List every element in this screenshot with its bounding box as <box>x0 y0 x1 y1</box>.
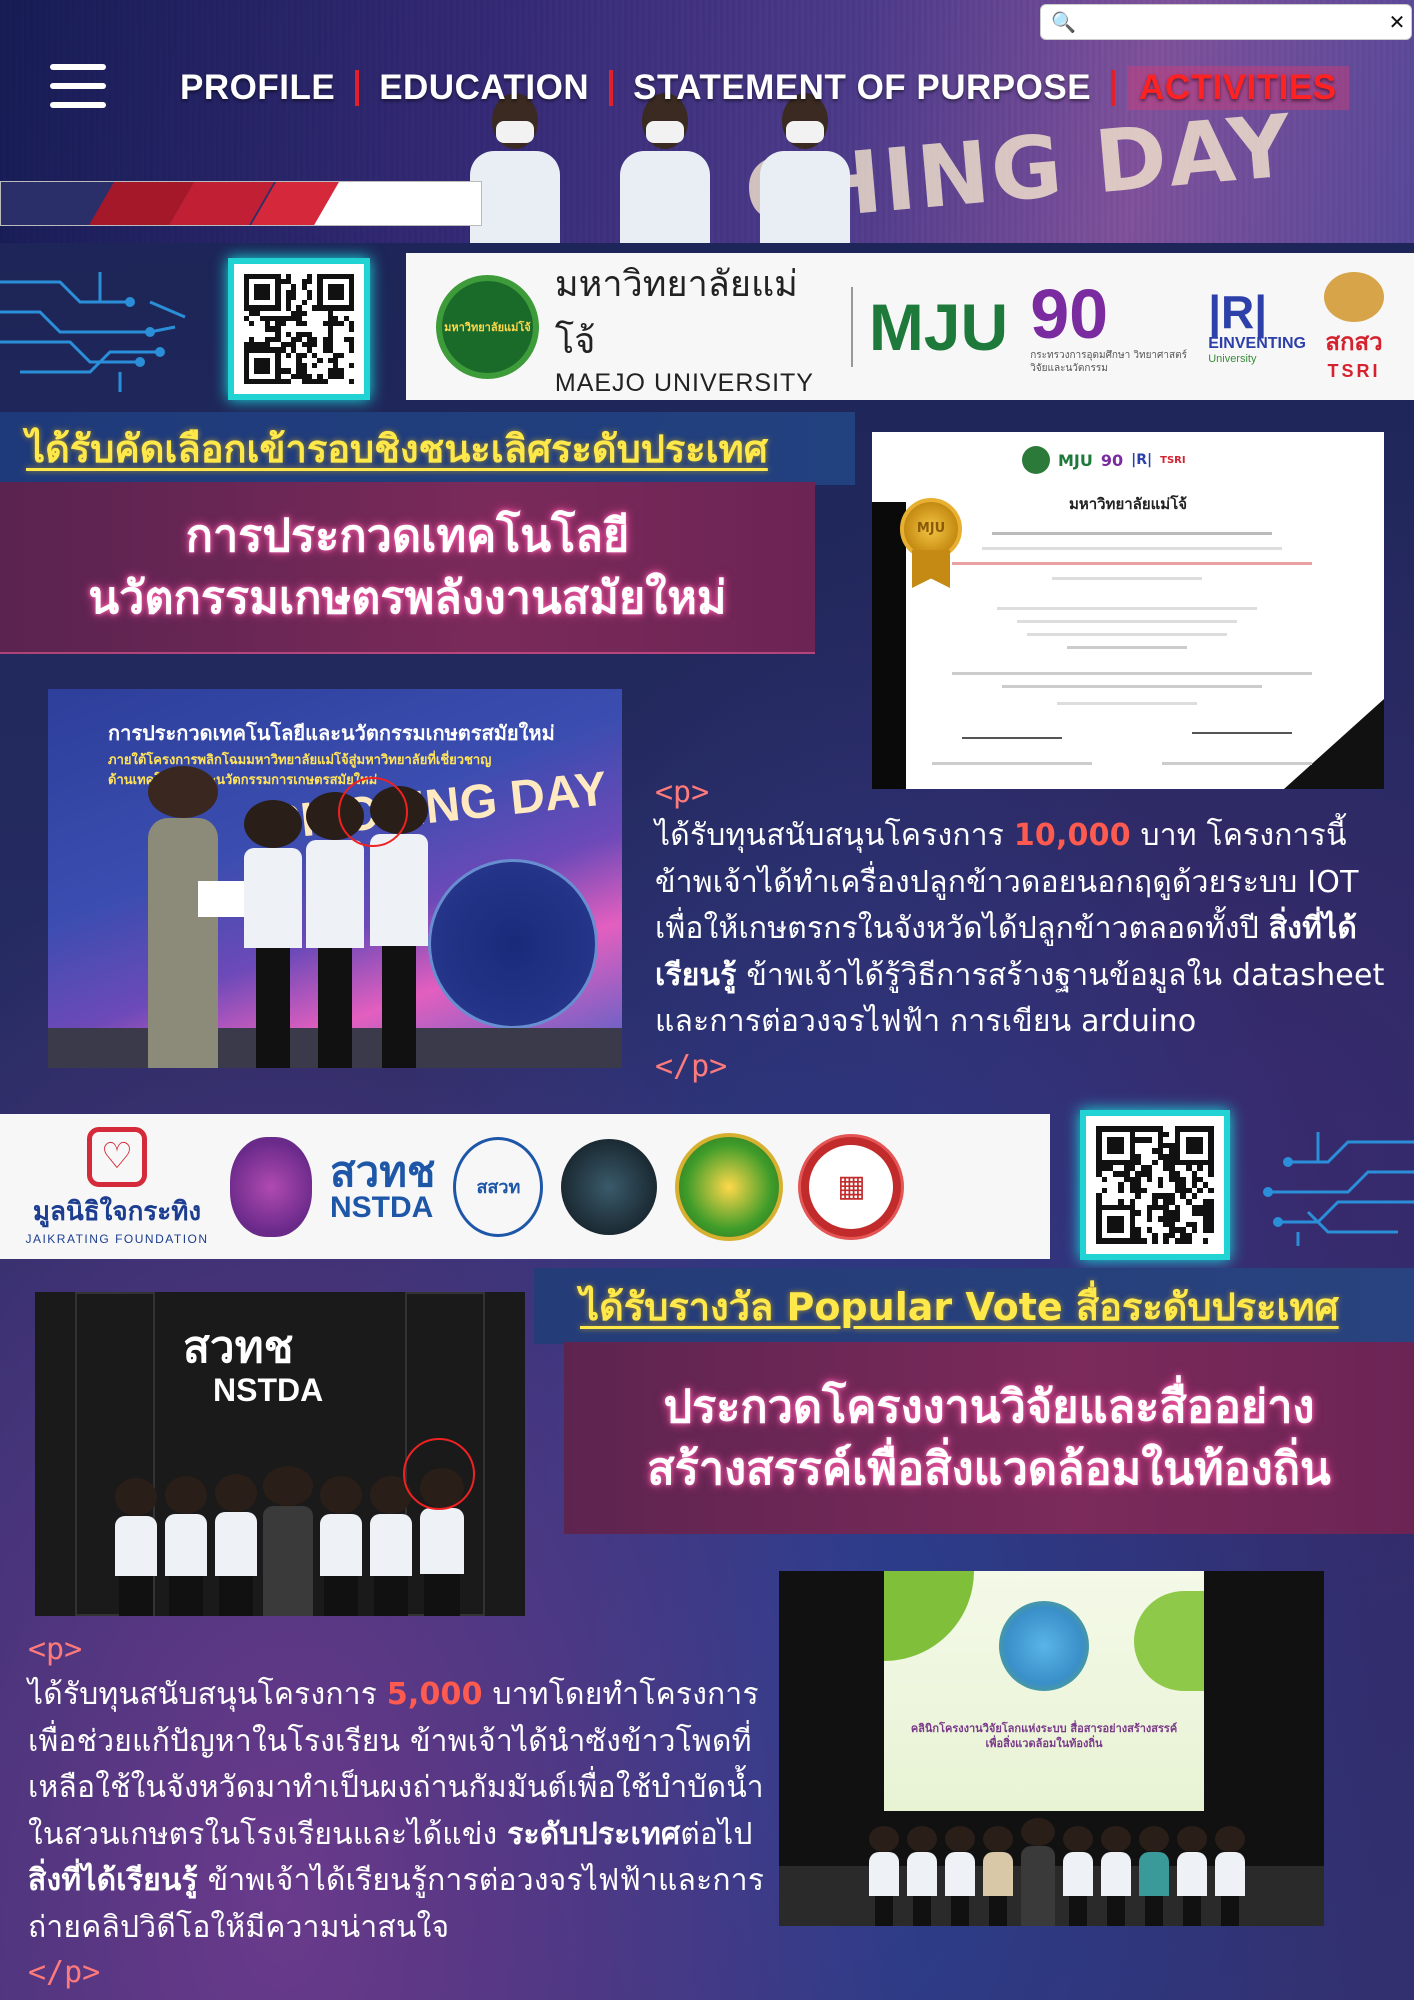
certificate-logos: MJU 90 |R| TSRI <box>1022 442 1322 478</box>
qr-code-pattern <box>244 274 354 384</box>
circuit-decoration <box>0 272 186 392</box>
person <box>148 766 218 1068</box>
statue-logo-icon <box>561 1138 658 1235</box>
srinakharinwirot-seal-icon: ▦ <box>801 1136 902 1237</box>
nav-divider <box>355 70 360 106</box>
mju-logo: MJU <box>868 289 1009 364</box>
jaikrating-foundation-logo: ♡ มูลนิธิใจกระทิง JAIKRATING FOUNDATION <box>22 1127 212 1246</box>
section1-award-tag: ได้รับคัดเลือกเข้ารอบชิงชนะเลิศระดับประเ… <box>0 412 855 485</box>
p-open-tag: <p> <box>655 775 710 810</box>
environment-contest-stage-photo: คลินิกโครงงานวิจัยโลกแห่งระบบ สื่อสารอย่… <box>779 1571 1324 1926</box>
highlight-circle <box>338 777 408 847</box>
qr-code[interactable] <box>228 258 370 400</box>
hamburger-menu-icon[interactable] <box>50 64 106 108</box>
p-close-tag: </p> <box>655 1049 728 1084</box>
close-icon[interactable]: ✕ <box>1383 10 1411 34</box>
university-seal-green-icon <box>675 1132 784 1241</box>
sponsor-logos-strip-2: ♡ มูลนิธิใจกระทิง JAIKRATING FOUNDATION … <box>0 1114 1050 1259</box>
qr-code-2[interactable] <box>1080 1110 1230 1260</box>
national-level-label: ระดับประเทศ <box>507 1816 681 1852</box>
section1-title: การประกวดเทคโนโลยี นวัตกรรมเกษตรพลังงานส… <box>0 482 815 654</box>
section2-award-tag: ได้รับรางวัล Popular Vote สื่อระดับประเท… <box>534 1268 1414 1344</box>
sponsor-logos-strip: มหาวิทยาลัยแม่โจ้ มหาวิทยาลัยแม่โจ้ MAEJ… <box>406 253 1414 400</box>
nav-profile[interactable]: PROFILE <box>172 68 343 108</box>
tsri-logo: สกสว TSRI <box>1323 271 1384 382</box>
nav-divider <box>1111 70 1116 106</box>
p-close-tag-2: </p> <box>28 1955 101 1990</box>
search-box: 🔍 ✕ <box>1040 4 1412 40</box>
circuit-decoration-right <box>1263 1132 1414 1246</box>
maejo-university-name: มหาวิทยาลัยแม่โจ้ MAEJO UNIVERSITY <box>554 264 814 397</box>
ipst-logo: สสวท <box>453 1136 544 1237</box>
learned-label-2: สิ่งที่ได้เรียนรู้ <box>28 1863 198 1898</box>
nav-statement-of-purpose[interactable]: STATEMENT OF PURPOSE <box>625 68 1099 108</box>
section1-description: ได้รับทุนสนับสนุนโครงการ 10,000 บาท โครง… <box>655 818 1385 1039</box>
nstda-group-photo: สวทช NSTDA <box>35 1292 525 1616</box>
section2-title: ประกวดโครงงานวิจัยและสื่ออย่าง สร้างสรรค… <box>564 1342 1414 1534</box>
einventing-university-logo: |R| EINVENTING University <box>1208 285 1306 365</box>
nav-activities[interactable]: ACTIVITIES <box>1127 66 1349 110</box>
nav-divider <box>609 70 614 106</box>
qr-code-pattern <box>1096 1126 1214 1244</box>
p-open-tag-2: <p> <box>28 1632 83 1667</box>
main-nav: PROFILE EDUCATION STATEMENT OF PURPOSE A… <box>172 62 1349 114</box>
school-emblem-icon <box>230 1136 312 1237</box>
decorative-stripe-bar <box>0 181 482 226</box>
pitching-day-photo: การประกวดเทคโนโลยีและนวัตกรรมเกษตรสมัยให… <box>48 689 622 1068</box>
earth-icon <box>999 1601 1089 1691</box>
grant-amount-2: 5,000 <box>386 1677 483 1712</box>
search-input[interactable] <box>1075 7 1383 37</box>
search-icon[interactable]: 🔍 <box>1051 10 1076 34</box>
nav-education[interactable]: EDUCATION <box>371 68 597 108</box>
maejo-university-seal-icon: มหาวิทยาลัยแม่โจ้ <box>436 274 539 379</box>
nstda-logo: สวทช NSTDA <box>330 1146 436 1224</box>
anniversary-logo: 90 กระทรวงการอุดมศึกษา วิทยาศาสตร์ วิจัย… <box>1030 274 1187 374</box>
section2-description: ได้รับทุนสนับสนุนโครงการ 5,000 บาทโดยทำโ… <box>28 1677 765 1945</box>
highlight-circle <box>403 1438 475 1510</box>
heart-icon: ♡ <box>87 1127 147 1187</box>
certificate-image: MJU 90 |R| TSRI มหาวิทยาลัยแม่โจ้ MJU <box>872 432 1384 789</box>
grant-amount: 10,000 <box>1013 818 1131 853</box>
